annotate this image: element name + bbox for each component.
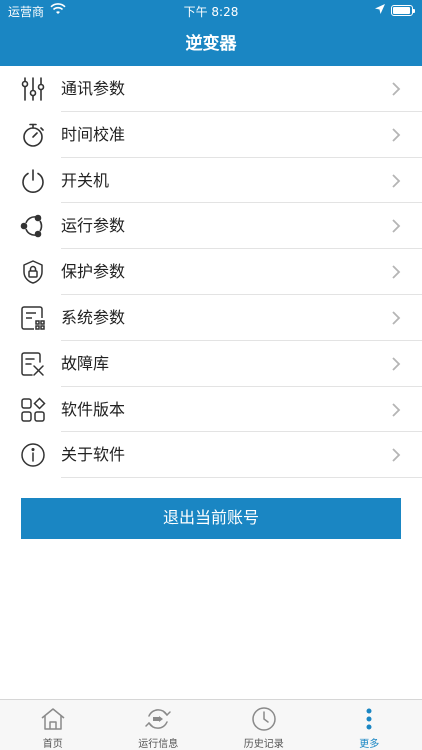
menu-item-label: 时间校准 (61, 124, 126, 144)
nav-bar: 逆变器 (0, 22, 422, 66)
chevron-right-icon (390, 356, 402, 372)
system-settings-icon (20, 305, 46, 331)
chevron-right-icon (390, 173, 402, 189)
tab-label: 首页 (42, 739, 63, 750)
tab-label: 运行信息 (138, 739, 179, 750)
menu-item-power-switch[interactable]: 开关机 (0, 158, 422, 204)
chevron-right-icon (390, 81, 402, 97)
battery-icon (391, 5, 415, 16)
tab-history[interactable]: 历史记录 (211, 700, 317, 750)
status-time: 下午 8:28 (183, 5, 239, 19)
menu-item-label: 故障库 (61, 353, 110, 373)
stopwatch-icon (20, 122, 46, 148)
chevron-right-icon (390, 310, 402, 326)
sliders-icon (20, 76, 46, 102)
share-nodes-icon (20, 213, 46, 239)
tab-label: 更多 (359, 739, 380, 750)
menu-item-time-calibration[interactable]: 时间校准 (0, 112, 422, 158)
logout-button[interactable]: 退出当前账号 (21, 498, 401, 539)
more-dots-icon (355, 706, 383, 732)
run-cycle-icon (144, 706, 172, 732)
menu-item-label: 开关机 (61, 170, 110, 190)
chevron-right-icon (390, 127, 402, 143)
page-title: 逆变器 (185, 34, 237, 54)
settings-menu: 通讯参数 时间校准 开关机 运行参数 保护参数 系统参数 故障库 软件版本 关于… (0, 66, 422, 479)
chevron-right-icon (390, 447, 402, 463)
menu-item-run-params[interactable]: 运行参数 (0, 203, 422, 250)
tab-more[interactable]: 更多 (317, 700, 422, 750)
chevron-right-icon (390, 402, 402, 418)
chevron-right-icon (390, 264, 402, 280)
menu-item-label: 通讯参数 (61, 79, 126, 98)
fault-tools-icon (20, 351, 46, 377)
menu-item-protection-params[interactable]: 保护参数 (0, 249, 422, 295)
power-icon (20, 168, 46, 194)
shield-lock-icon (20, 259, 46, 285)
tab-run-info[interactable]: 运行信息 (106, 700, 212, 750)
location-icon (374, 2, 386, 19)
tab-home[interactable]: 首页 (0, 700, 106, 750)
menu-item-about-software[interactable]: 关于软件 (0, 432, 422, 479)
menu-item-comm-params[interactable]: 通讯参数 (0, 66, 422, 112)
menu-item-label: 运行参数 (61, 216, 126, 236)
divider (61, 477, 422, 479)
clock-icon (250, 706, 278, 732)
menu-item-label: 关于软件 (61, 445, 126, 465)
menu-item-label: 软件版本 (61, 399, 126, 419)
chevron-right-icon (390, 218, 402, 234)
menu-item-software-version[interactable]: 软件版本 (0, 387, 422, 433)
tab-bar: 首页 运行信息 历史记录 更多 (0, 699, 422, 750)
status-bar: 运营商 下午 8:28 (0, 0, 422, 22)
menu-item-label: 保护参数 (61, 262, 126, 282)
home-icon (39, 706, 67, 732)
menu-item-label: 系统参数 (61, 307, 126, 327)
tab-label: 历史记录 (243, 739, 284, 750)
menu-item-system-params[interactable]: 系统参数 (0, 295, 422, 341)
apps-grid-icon (20, 397, 46, 423)
info-icon (20, 442, 46, 468)
menu-item-fault-library[interactable]: 故障库 (0, 341, 422, 387)
